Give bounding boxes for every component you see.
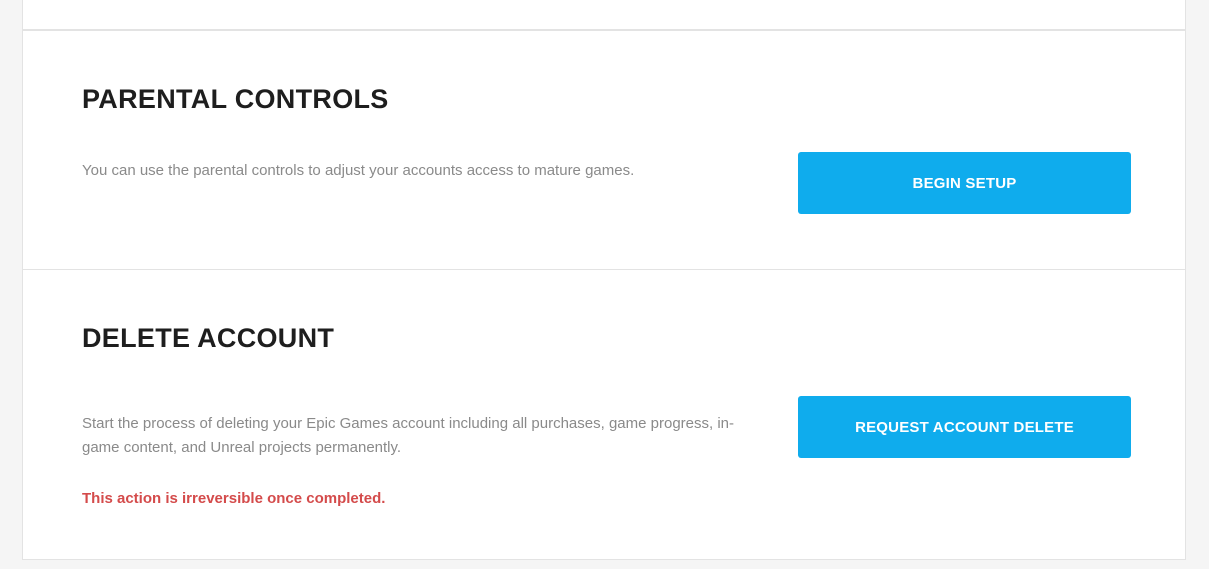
irreversible-warning: This action is irreversible once complet…: [82, 490, 386, 507]
request-account-delete-button[interactable]: REQUEST ACCOUNT DELETE: [798, 396, 1131, 458]
begin-setup-button[interactable]: BEGIN SETUP: [798, 152, 1131, 214]
previous-section-card: [22, 0, 1186, 30]
parental-controls-section: PARENTAL CONTROLS You can use the parent…: [22, 30, 1186, 270]
delete-account-section: DELETE ACCOUNT Start the process of dele…: [22, 269, 1186, 560]
delete-account-description: Start the process of deleting your Epic …: [82, 415, 735, 456]
delete-account-title: DELETE ACCOUNT: [82, 323, 335, 353]
parental-controls-description: You can use the parental controls to adj…: [82, 162, 635, 179]
parental-controls-title: PARENTAL CONTROLS: [82, 84, 389, 114]
